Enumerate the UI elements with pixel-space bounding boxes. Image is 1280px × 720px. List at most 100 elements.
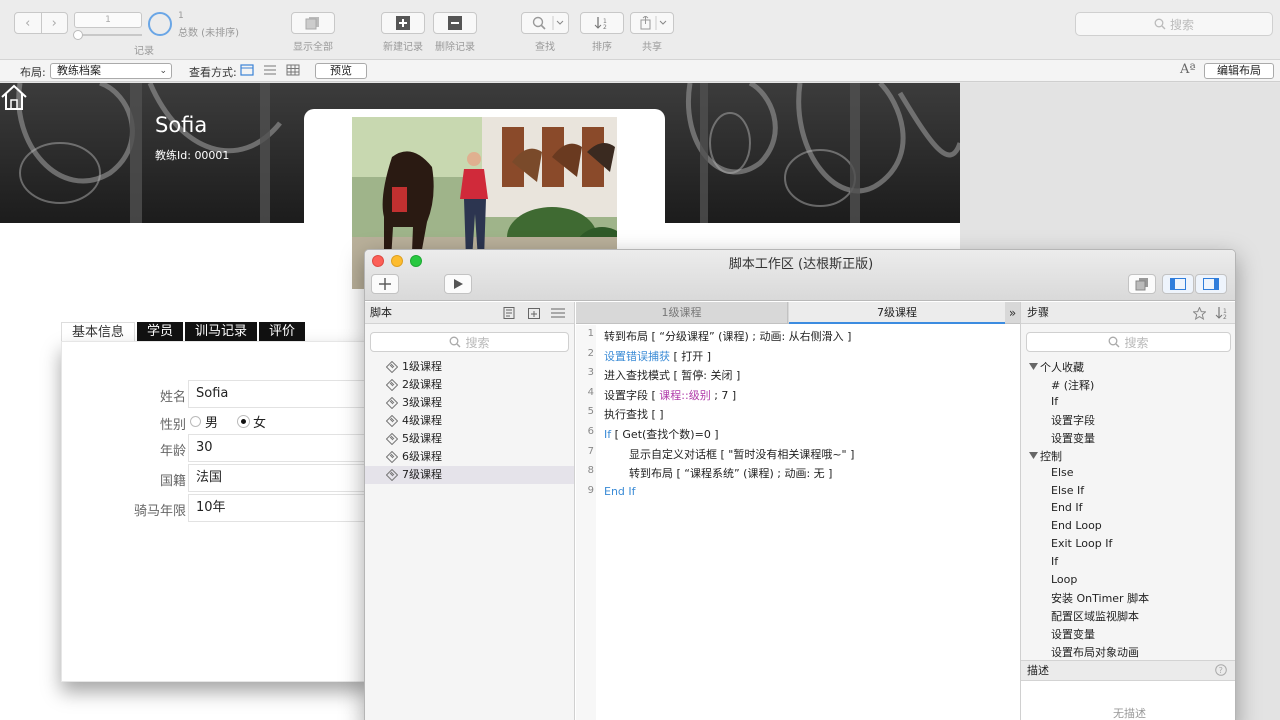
steps-search-input[interactable]: 搜索 [1026,332,1231,352]
new-record-button[interactable] [381,12,425,34]
tab-students[interactable]: 学员 [137,322,184,341]
new-script-file-icon[interactable] [503,307,515,319]
next-record-button[interactable]: › [40,13,68,33]
scripts-header-label: 脚本 [370,306,392,319]
script-step-item[interactable]: 设置变量 [1051,430,1095,446]
sort-button[interactable]: 12 [580,12,624,34]
disclosure-triangle-icon[interactable] [1029,452,1038,460]
editor-tab-level7[interactable]: 7级课程 [789,302,1005,324]
toggle-right-pane-button[interactable] [1195,274,1227,294]
nationality-field[interactable]: 法国 [188,464,372,492]
tab-reviews[interactable]: 评价 [259,322,306,341]
preview-button[interactable]: 预览 [315,63,367,79]
script-step-line[interactable]: 显示自定义对话框 [ "暂时没有相关课程哦~" ] [629,446,854,462]
script-step-line[interactable]: 设置字段 [ 课程::级别 ; 7 ] [604,387,736,403]
script-icon [386,433,398,445]
script-step-line[interactable]: End If [604,485,636,498]
script-step-item[interactable]: 设置布局对象动画 [1051,644,1139,660]
scripts-search-input[interactable]: 搜索 [370,332,569,352]
script-list-item[interactable]: 7级课程 [365,466,574,484]
edit-layout-button[interactable]: 编辑布局 [1204,63,1274,79]
name-field[interactable]: Sofia [188,380,372,408]
coach-id-value: 00001 [194,149,230,162]
play-icon [454,279,463,289]
script-step-item[interactable]: End Loop [1051,519,1102,532]
text-size-icon[interactable]: Aª [1180,62,1196,77]
sort-steps-icon[interactable]: 12 [1215,306,1229,320]
scripts-search-placeholder: 搜索 [465,335,490,350]
tab-basic-info[interactable]: 基本信息 [61,322,136,341]
view-as-label: 查看方式: [189,66,237,79]
new-folder-icon[interactable] [528,307,540,319]
record-slider[interactable] [76,34,142,36]
layout-label: 布局: [20,66,46,79]
script-step-item[interactable]: Loop [1051,573,1077,586]
script-step-line[interactable]: 执行查找 [ ] [604,406,664,422]
disclosure-triangle-icon[interactable] [1029,363,1038,371]
toolbar-search-input[interactable]: 搜索 [1075,12,1273,36]
show-all-group: 显示全部 [282,12,344,53]
editor-tab-level1[interactable]: 1级课程 [576,302,788,324]
step-category[interactable]: 控制 [1029,448,1062,464]
script-step-item[interactable]: Exit Loop If [1051,537,1112,550]
search-icon [450,336,461,348]
record-slider-knob[interactable] [73,30,83,40]
script-step-item[interactable]: Else [1051,466,1074,479]
age-field[interactable]: 30 [188,434,372,462]
script-list-item[interactable]: 3级课程 [365,394,574,412]
script-list-item[interactable]: 6级课程 [365,448,574,466]
script-step-line[interactable]: If [ Get(查找个数)=0 ] [604,426,719,442]
script-step-item[interactable]: End If [1051,501,1083,514]
script-step-item[interactable]: 配置区域监视脚本 [1051,608,1139,624]
script-list-item[interactable]: 1级课程 [365,358,574,376]
tab-training-records[interactable]: 训马记录 [185,322,258,341]
script-step-item[interactable]: 安装 OnTimer 脚本 [1051,590,1149,606]
script-step-item[interactable]: If [1051,395,1058,408]
previous-record-button[interactable]: ‹ [15,13,41,33]
show-all-button[interactable] [291,12,335,34]
script-step-line[interactable]: 转到布局 [ “分级课程” (课程) ; 动画: 从右侧滑入 ] [604,328,851,344]
script-step-line[interactable]: 转到布局 [ “课程系统” (课程) ; 动画: 无 ] [629,465,832,481]
script-step-item[interactable]: # (注释) [1051,377,1094,393]
script-list-item[interactable]: 5级课程 [365,430,574,448]
line-number: 4 [587,386,594,398]
step-category[interactable]: 个人收藏 [1029,359,1084,375]
run-script-button[interactable] [444,274,472,294]
script-step-item[interactable]: 设置变量 [1051,626,1095,642]
age-label: 年龄 [159,444,186,459]
current-record-input[interactable]: 1 [74,12,142,28]
new-script-button[interactable] [371,274,399,294]
layout-select[interactable]: 教练档案 ⌄ [50,63,172,79]
list-view-icon[interactable] [263,64,277,76]
star-icon[interactable] [1193,307,1206,320]
copy-button[interactable] [1128,274,1156,294]
steps-search-placeholder: 搜索 [1124,335,1149,350]
tab-overflow-icon[interactable]: » [1005,302,1020,324]
home-icon[interactable] [0,83,28,111]
script-workspace-titlebar[interactable]: 脚本工作区 (达根斯正版) [365,250,1235,301]
share-group: 共享 [630,12,674,53]
toggle-left-pane-button[interactable] [1162,274,1194,294]
script-step-item[interactable]: Else If [1051,484,1084,497]
table-view-icon[interactable] [286,64,300,76]
delete-record-button[interactable] [433,12,477,34]
list-options-icon[interactable] [551,307,565,319]
script-step-line[interactable]: 设置错误捕获 [ 打开 ] [604,348,711,364]
riding-years-row: 骑马年限 10年 [62,494,372,522]
share-button[interactable] [630,12,674,34]
gender-male-radio[interactable] [190,416,201,427]
script-list-item[interactable]: 4级课程 [365,412,574,430]
riding-years-field[interactable]: 10年 [188,494,372,522]
script-step-item[interactable]: 设置字段 [1051,412,1095,428]
form-view-icon[interactable] [240,64,254,76]
script-list-item[interactable]: 2级课程 [365,376,574,394]
script-step-item[interactable]: If [1051,555,1058,568]
gender-female-radio[interactable] [238,416,250,427]
share-icon [640,16,667,30]
help-icon[interactable]: ? [1215,664,1227,676]
step-category-label: 控制 [1040,450,1062,463]
script-step-line[interactable]: 进入查找模式 [ 暂停: 关闭 ] [604,367,740,383]
found-set-pie-icon [148,12,172,36]
find-button[interactable] [521,12,569,34]
script-name: 1级课程 [402,360,442,373]
